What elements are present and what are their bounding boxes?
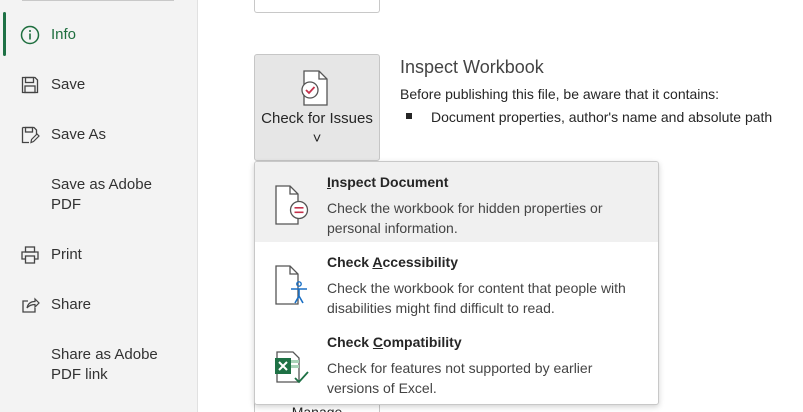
menu-item-inspect-document[interactable]: Inspect Document Check the workbook for … (255, 162, 658, 242)
backstage-sidebar: Info Save Save As Save as Adobe PDF Prin… (0, 0, 198, 412)
document-check-icon (301, 70, 328, 106)
bullet-marker (406, 113, 412, 119)
print-icon (21, 246, 39, 264)
manage-label: Manage (291, 404, 343, 412)
inspect-workbook-title: Inspect Workbook (400, 57, 544, 77)
save-as-icon (21, 126, 40, 144)
info-icon (20, 25, 40, 45)
sidebar-item-label: Share (51, 296, 92, 313)
inspect-workbook-description: Before publishing this file, be aware th… (400, 86, 720, 102)
previous-button-edge[interactable] (254, 0, 380, 13)
menu-item-title: Inspect Document (327, 174, 449, 190)
sidebar-divider (22, 0, 174, 1)
sidebar-item-label: Save as Adobe PDF (51, 176, 152, 213)
sidebar-item-label: Save As (51, 126, 107, 143)
sidebar-item-print[interactable]: Print (0, 245, 198, 269)
menu-item-description: Check the workbook for hidden properties… (327, 200, 603, 236)
accessibility-icon (275, 265, 307, 305)
menu-item-description: Check the workbook for content that peop… (327, 280, 626, 316)
menu-item-title: Check Compatibility (327, 334, 462, 350)
sidebar-item-save-as-adobe-pdf[interactable]: Save as Adobe PDF (0, 175, 198, 219)
check-for-issues-button[interactable]: Check for Issues ˅ (254, 54, 380, 161)
excel-compatibility-icon (275, 351, 309, 384)
check-for-issues-menu: Inspect Document Check the workbook for … (254, 161, 659, 405)
sidebar-item-save-as[interactable]: Save As (0, 125, 198, 149)
sidebar-item-label: Save (51, 76, 86, 93)
share-icon (22, 297, 40, 313)
sidebar-item-label: Info (51, 26, 77, 43)
menu-item-title: Check Accessibility (327, 254, 459, 270)
menu-item-description: Check for features not supported by earl… (327, 360, 593, 396)
inspect-document-icon (275, 185, 309, 225)
save-icon (21, 76, 39, 94)
sidebar-item-share-as-adobe-pdf-link[interactable]: Share as Adobe PDF link (0, 345, 198, 389)
menu-item-check-compatibility[interactable]: Check Compatibility Check for features n… (255, 322, 658, 402)
inspect-bullet-item: Document properties, author's name and a… (431, 109, 773, 125)
sidebar-item-save[interactable]: Save (0, 75, 198, 99)
sidebar-item-share[interactable]: Share (0, 295, 198, 319)
sidebar-item-label: Share as Adobe PDF link (51, 346, 158, 383)
menu-item-check-accessibility[interactable]: Check Accessibility Check the workbook f… (255, 242, 658, 322)
sidebar-item-label: Print (51, 246, 82, 263)
sidebar-item-info[interactable]: Info (0, 25, 198, 49)
check-for-issues-label: Check for Issues ˅ (261, 110, 373, 147)
